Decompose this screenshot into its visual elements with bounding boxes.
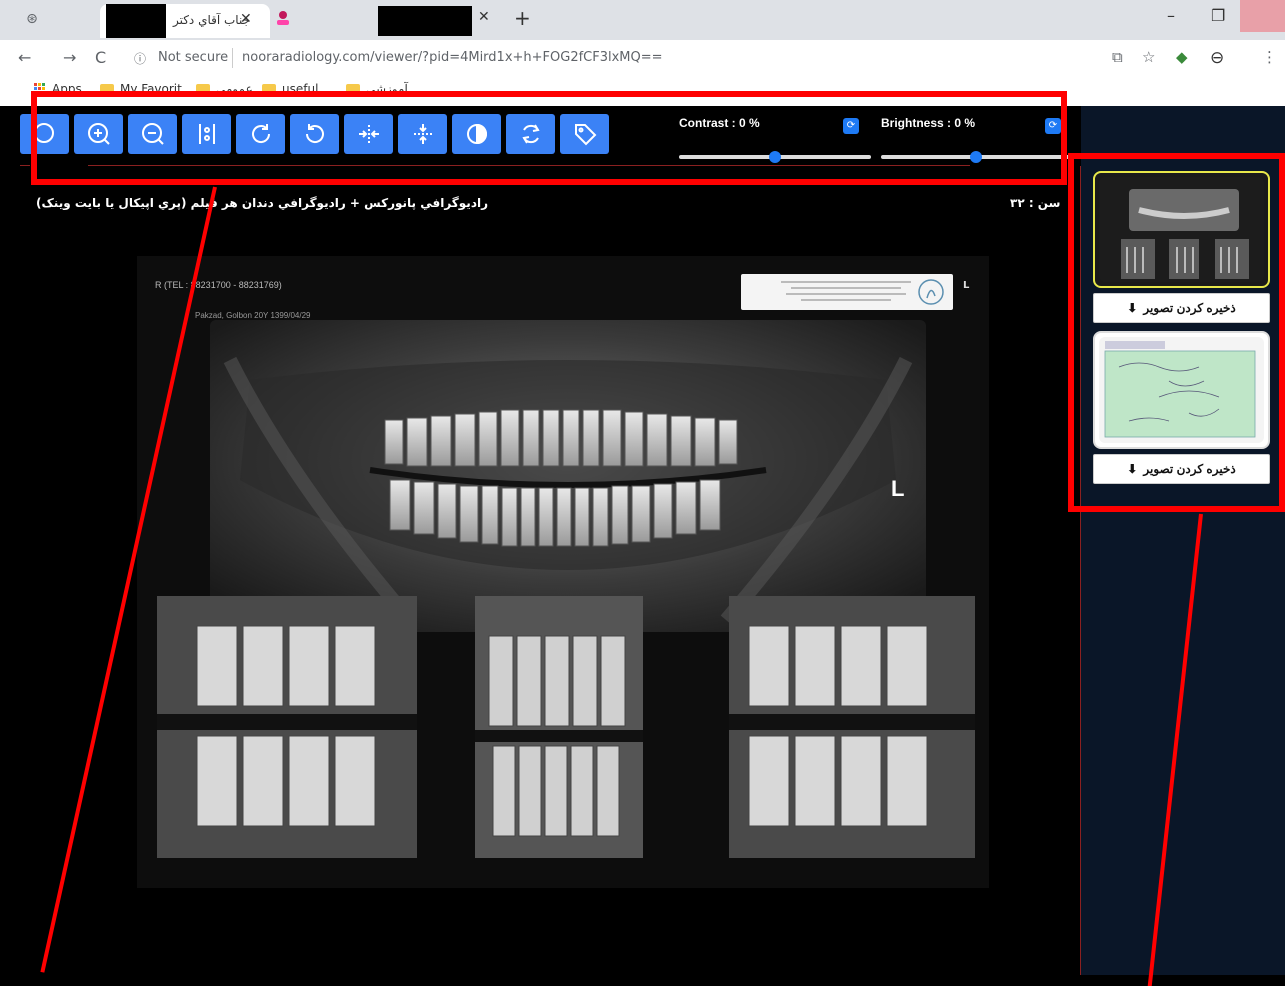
minimize-icon[interactable]: – [1167, 6, 1175, 25]
tab-favicon-icon [276, 10, 292, 28]
url-bar[interactable]: ⓘ Not secure nooraradiology.com/viewer/?… [124, 44, 1084, 72]
clinic-logo [741, 274, 953, 310]
redaction-box [106, 4, 166, 38]
panoramic-xray [210, 320, 926, 632]
xray-image[interactable]: R (TEL : 88231700 - 88231769) Pakzad, Go… [137, 256, 989, 888]
xray-patient-text: Pakzad, Golbon 20Y 1399/04/29 [195, 311, 311, 320]
bitewing-right [157, 596, 417, 858]
back-icon[interactable]: ← [18, 48, 31, 67]
url-separator [232, 48, 233, 68]
url-text[interactable]: nooraradiology.com/viewer/?pid=4Mird1x+h… [242, 50, 663, 65]
reload-icon[interactable]: C [95, 48, 106, 67]
tab-strip: ⊛ جناب آقاي دکتر ✕ ✕ + – ❐ [0, 0, 1285, 40]
security-status: Not secure [158, 50, 229, 65]
translate-icon[interactable]: ⧉ [1112, 48, 1123, 66]
profile-icon[interactable]: ⊖ [1210, 48, 1224, 68]
extension-icon[interactable]: ◆ [1176, 48, 1188, 66]
redaction-box [378, 6, 472, 36]
address-toolbar: ← → C ⓘ Not secure nooraradiology.com/vi… [0, 40, 1285, 76]
forward-icon[interactable]: → [63, 48, 76, 67]
study-description: راديوگرافي پانورکس + راديوگرافي دندان هر… [36, 196, 488, 210]
star-icon[interactable]: ☆ [1142, 48, 1155, 66]
new-tab-icon[interactable]: + [514, 6, 531, 30]
tab-title: جناب آقاي دکتر [172, 13, 250, 27]
info-icon[interactable]: ⓘ [134, 50, 146, 67]
restore-icon[interactable]: ❐ [1211, 6, 1225, 25]
top-side-marker: L [963, 280, 970, 291]
patient-age: سن : ۳۲ [1010, 196, 1061, 210]
bitewing-left [729, 596, 975, 858]
close-window-button[interactable] [1240, 0, 1285, 32]
tab-close-icon[interactable]: ✕ [478, 9, 490, 25]
annotation-sidebar-highlight [1068, 153, 1285, 512]
globe-icon: ⊛ [26, 11, 38, 27]
pano-side-marker: L [891, 476, 905, 501]
xray-header-text: R (TEL : 88231700 - 88231769) [155, 280, 282, 290]
menu-dots-icon[interactable]: ⋮ [1262, 48, 1277, 66]
annotation-toolbar-highlight [31, 91, 1067, 185]
periapical-front [475, 596, 643, 858]
tab-close-icon[interactable]: ✕ [240, 11, 252, 27]
tab-active[interactable]: جناب آقاي دکتر ✕ [100, 4, 270, 38]
